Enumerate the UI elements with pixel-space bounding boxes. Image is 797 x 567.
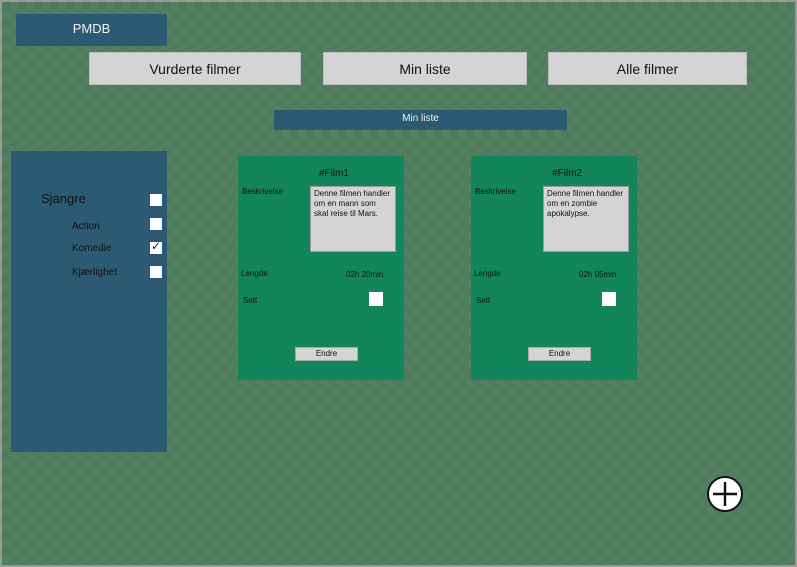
genre-label-action: Action	[72, 221, 100, 232]
description-label: Beskrivelse	[242, 187, 283, 196]
genres-title: Sjangre	[41, 191, 86, 206]
seen-label: Sett	[243, 296, 258, 305]
length-value: 02h 20min	[346, 270, 384, 279]
genre-checkbox-komedie[interactable]: ✓	[150, 239, 162, 254]
edit-button[interactable]: Endre	[528, 347, 591, 361]
film-card: #Film1 Beskrivelse Denne filmen handler …	[238, 156, 404, 380]
genres-all-checkbox[interactable]	[150, 194, 162, 206]
length-value: 02h 05min	[579, 270, 617, 279]
nav-rated-films-button[interactable]: Vurderte filmer	[89, 52, 301, 85]
genre-label-komedie: Komedie	[72, 243, 112, 254]
section-title: Min liste	[274, 110, 567, 130]
seen-label: Sett	[476, 296, 491, 305]
nav-my-list-button[interactable]: Min liste	[323, 52, 527, 85]
plus-circle-icon	[713, 482, 737, 506]
length-label: Lengde	[241, 269, 268, 278]
seen-checkbox[interactable]	[602, 292, 616, 306]
film-title: #Film2	[551, 168, 582, 179]
film-title: #Film1	[318, 168, 349, 179]
description-text: Denne filmen handler om en zombie apokal…	[543, 186, 629, 252]
description-text: Denne filmen handler om en mann som skal…	[310, 186, 396, 252]
genre-checkbox-action[interactable]	[150, 218, 162, 230]
app-logo[interactable]: PMDB	[16, 14, 167, 46]
genre-checkbox-kjaerlighet[interactable]	[150, 266, 162, 278]
app-window: PMDB Vurderte filmer Min liste Alle film…	[0, 0, 797, 567]
edit-button[interactable]: Endre	[295, 347, 358, 361]
add-film-button[interactable]	[707, 476, 743, 512]
checkmark-icon: ✓	[150, 239, 162, 253]
nav-all-films-button[interactable]: Alle filmer	[548, 52, 747, 85]
genre-sidebar: Sjangre Action Komedie ✓ Kjærlighet	[11, 151, 167, 452]
film-card: #Film2 Beskrivelse Denne filmen handler …	[471, 156, 637, 380]
length-label: Lengde	[474, 269, 501, 278]
genre-label-kjaerlighet: Kjærlighet	[72, 267, 118, 278]
description-label: Beskrivelse	[475, 187, 516, 196]
seen-checkbox[interactable]	[369, 292, 383, 306]
